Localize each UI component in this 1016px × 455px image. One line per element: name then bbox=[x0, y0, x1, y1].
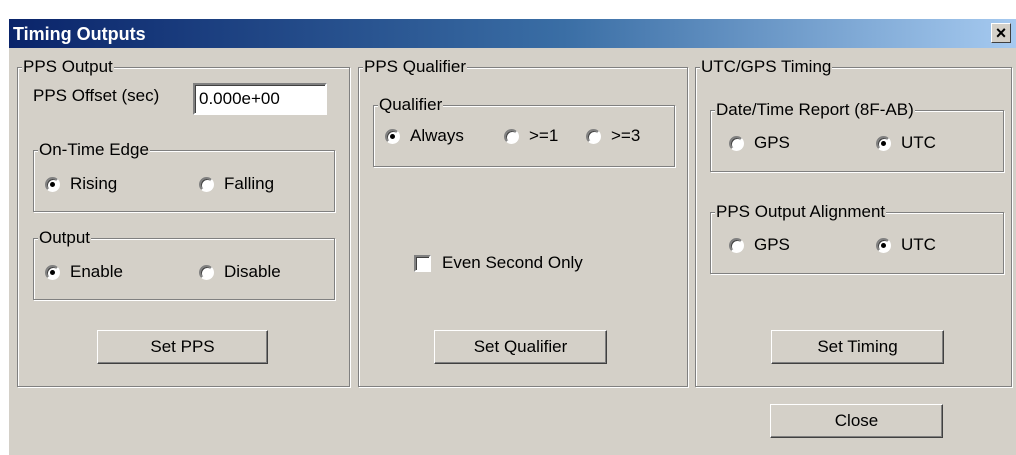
pps-offset-label: PPS Offset (sec) bbox=[33, 86, 160, 105]
timing-outputs-dialog: Timing Outputs × PPS Output PPS Offset (… bbox=[8, 18, 1016, 455]
enable-radio[interactable] bbox=[45, 265, 60, 280]
set-qualifier-button[interactable]: Set Qualifier bbox=[434, 330, 607, 364]
on-time-edge-legend: On-Time Edge bbox=[38, 140, 150, 160]
report-gps-label[interactable]: GPS bbox=[754, 133, 790, 153]
close-icon[interactable]: × bbox=[991, 23, 1011, 43]
ge1-label[interactable]: >=1 bbox=[529, 126, 558, 146]
ge3-radio[interactable] bbox=[586, 129, 601, 144]
utc-gps-timing-legend: UTC/GPS Timing bbox=[700, 57, 833, 77]
report-gps-radio[interactable] bbox=[729, 136, 744, 151]
date-time-report-legend: Date/Time Report (8F-AB) bbox=[715, 100, 915, 120]
ge1-radio[interactable] bbox=[504, 129, 519, 144]
pps-output-alignment-legend: PPS Output Alignment bbox=[715, 202, 887, 222]
even-second-only-checkbox[interactable] bbox=[414, 255, 431, 272]
report-utc-label[interactable]: UTC bbox=[901, 133, 936, 153]
title-bar[interactable]: Timing Outputs × bbox=[9, 19, 1016, 48]
ge3-label[interactable]: >=3 bbox=[611, 126, 640, 146]
alignment-gps-label[interactable]: GPS bbox=[754, 235, 790, 255]
alignment-gps-radio[interactable] bbox=[729, 238, 744, 253]
output-legend: Output bbox=[38, 228, 92, 248]
disable-radio[interactable] bbox=[199, 265, 214, 280]
qualifier-legend: Qualifier bbox=[378, 95, 444, 115]
pps-qualifier-legend: PPS Qualifier bbox=[363, 57, 468, 77]
output-group: Output Enable Disable bbox=[33, 228, 335, 300]
set-pps-button[interactable]: Set PPS bbox=[97, 330, 268, 364]
pps-offset-input[interactable]: 0.000e+00 bbox=[193, 83, 327, 115]
enable-label[interactable]: Enable bbox=[70, 262, 123, 282]
set-timing-button[interactable]: Set Timing bbox=[771, 330, 944, 364]
disable-label[interactable]: Disable bbox=[224, 262, 281, 282]
pps-output-alignment-group: PPS Output Alignment GPS UTC bbox=[710, 202, 1004, 274]
falling-label[interactable]: Falling bbox=[224, 174, 274, 194]
close-button[interactable]: Close bbox=[770, 404, 943, 438]
window-title: Timing Outputs bbox=[13, 24, 146, 44]
alignment-utc-label[interactable]: UTC bbox=[901, 235, 936, 255]
report-utc-radio[interactable] bbox=[876, 136, 891, 151]
always-label[interactable]: Always bbox=[410, 126, 464, 146]
rising-radio[interactable] bbox=[45, 177, 60, 192]
pps-qualifier-group: PPS Qualifier Qualifier Always >=1 >=3 E… bbox=[358, 57, 688, 387]
date-time-report-group: Date/Time Report (8F-AB) GPS UTC bbox=[710, 100, 1004, 172]
always-radio[interactable] bbox=[385, 129, 400, 144]
pps-output-legend: PPS Output bbox=[22, 57, 114, 77]
utc-gps-timing-group: UTC/GPS Timing Date/Time Report (8F-AB) … bbox=[695, 57, 1012, 387]
qualifier-group: Qualifier Always >=1 >=3 bbox=[373, 95, 675, 167]
alignment-utc-radio[interactable] bbox=[876, 238, 891, 253]
on-time-edge-group: On-Time Edge Rising Falling bbox=[33, 140, 335, 212]
even-second-only-label[interactable]: Even Second Only bbox=[442, 253, 583, 273]
falling-radio[interactable] bbox=[199, 177, 214, 192]
rising-label[interactable]: Rising bbox=[70, 174, 117, 194]
pps-output-group: PPS Output PPS Offset (sec) 0.000e+00 On… bbox=[17, 57, 350, 387]
